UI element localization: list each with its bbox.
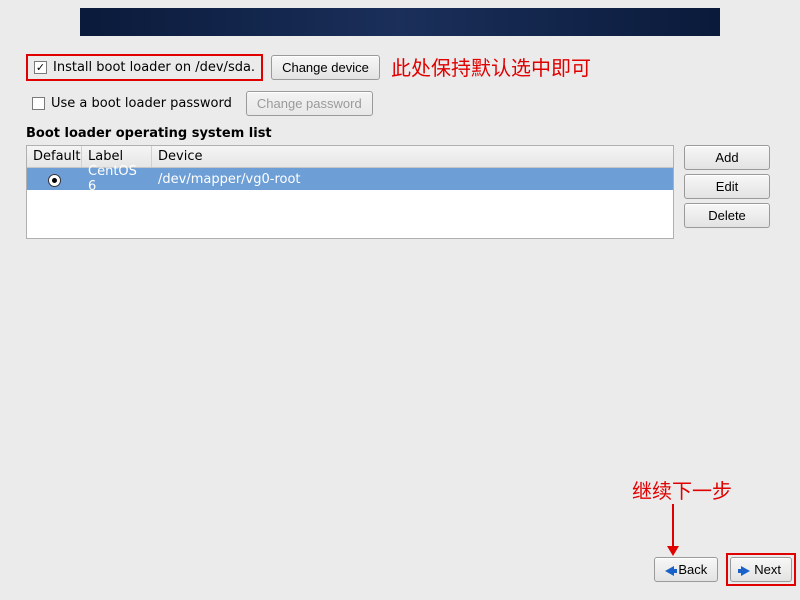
arrow-right-icon <box>741 566 750 576</box>
back-button[interactable]: Back <box>654 557 718 582</box>
bootloader-password-row: Use a boot loader password Change passwo… <box>26 91 796 116</box>
header-banner <box>80 8 720 36</box>
col-header-default[interactable]: Default <box>27 146 82 167</box>
install-bootloader-label: Install boot loader on /dev/sda. <box>53 60 255 75</box>
next-button-highlight: Next <box>726 553 796 586</box>
os-list-title: Boot loader operating system list <box>26 126 796 141</box>
back-button-label: Back <box>678 562 707 577</box>
os-row-label: CentOS 6 <box>82 164 152 194</box>
os-row-device: /dev/mapper/vg0-root <box>152 172 673 187</box>
next-button[interactable]: Next <box>730 557 792 582</box>
change-device-button[interactable]: Change device <box>271 55 380 80</box>
os-default-radio[interactable] <box>48 174 61 187</box>
edit-button[interactable]: Edit <box>684 174 770 199</box>
install-bootloader-option[interactable]: Install boot loader on /dev/sda. <box>26 54 263 81</box>
add-button[interactable]: Add <box>684 145 770 170</box>
annotation-keep-default: 此处保持默认选中即可 <box>391 52 591 81</box>
bootloader-password-label: Use a boot loader password <box>51 96 232 111</box>
next-button-label: Next <box>754 562 781 577</box>
bootloader-password-checkbox[interactable] <box>32 97 45 110</box>
col-header-device[interactable]: Device <box>152 146 673 167</box>
annotation-continue-next: 继续下一步 <box>632 475 732 504</box>
os-list-table[interactable]: Default Label Device CentOS 6 /dev/mappe… <box>26 145 674 239</box>
bootloader-password-option[interactable]: Use a boot loader password <box>26 92 238 115</box>
delete-button[interactable]: Delete <box>684 203 770 228</box>
annotation-arrow-icon <box>672 504 674 554</box>
table-row[interactable]: CentOS 6 /dev/mapper/vg0-root <box>27 168 673 190</box>
install-bootloader-row: Install boot loader on /dev/sda. Change … <box>26 54 796 81</box>
arrow-left-icon <box>665 566 674 576</box>
install-bootloader-checkbox[interactable] <box>34 61 47 74</box>
change-password-button: Change password <box>246 91 373 116</box>
